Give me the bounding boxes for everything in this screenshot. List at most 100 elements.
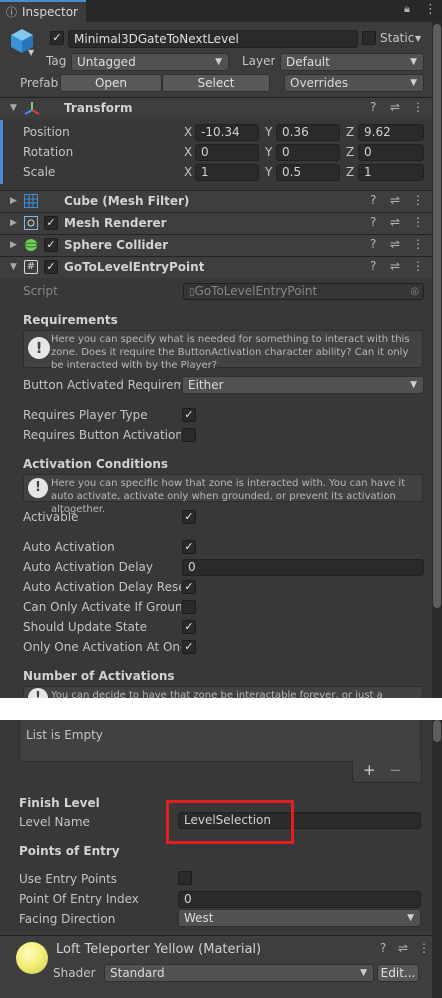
auto-activation-delay-reset-label: Auto Activation Delay Reset xyxy=(23,580,181,594)
position-z-field[interactable]: 9.62 xyxy=(358,124,424,141)
requirements-helpbox: ! Here you can specify what is needed fo… xyxy=(23,330,423,371)
button-activated-label: Button Activated Requireme xyxy=(23,378,181,392)
activation-conditions-header: Activation Conditions xyxy=(23,457,169,471)
shader-dropdown[interactable]: Standard ▼ xyxy=(104,964,374,982)
prefab-overrides-dropdown[interactable]: Overrides ▼ xyxy=(284,74,424,92)
script-enabled-checkbox[interactable]: ✓ xyxy=(44,260,58,274)
use-entry-points-checkbox[interactable] xyxy=(178,871,192,885)
info-icon: ⓘ xyxy=(6,6,17,19)
script-component-header[interactable]: ▼ # ✓ GoToLevelEntryPoint ? ⇌ ⋮ xyxy=(0,256,432,278)
shader-edit-button[interactable]: Edit... xyxy=(377,964,419,982)
tab-label: Inspector xyxy=(22,5,78,19)
static-checkbox[interactable] xyxy=(362,31,376,45)
scrollbar-thumb[interactable] xyxy=(433,24,441,608)
preset-sliders-icon[interactable]: ⇌ xyxy=(390,215,400,229)
chevron-down-icon: ▼ xyxy=(410,57,417,67)
static-dropdown-icon[interactable]: ▼ xyxy=(415,34,421,43)
axis-z-label: Z xyxy=(346,125,355,139)
script-reference-field: ▯GoToLevelEntryPoint ◎ xyxy=(183,283,424,300)
sphere-collider-enabled-checkbox[interactable]: ✓ xyxy=(44,238,58,252)
position-y-field[interactable]: 0.36 xyxy=(276,124,340,141)
preset-sliders-icon[interactable]: ⇌ xyxy=(390,193,400,207)
only-one-activation-checkbox[interactable]: ✓ xyxy=(182,640,196,654)
help-icon[interactable]: ? xyxy=(370,237,376,251)
reorderable-list: List is Empty xyxy=(19,720,421,762)
material-preview-swatch xyxy=(16,942,48,974)
tab-inspector[interactable]: ⓘ Inspector xyxy=(0,0,86,22)
sphere-collider-icon xyxy=(24,239,38,251)
add-element-button[interactable]: + xyxy=(363,761,376,779)
active-checkbox[interactable]: ✓ xyxy=(50,31,64,45)
rotation-label: Rotation xyxy=(23,145,74,159)
transform-header[interactable]: ▼ Transform ? ⇌ ⋮ xyxy=(0,97,432,119)
script-label: Script xyxy=(23,284,58,298)
transform-title: Transform xyxy=(64,101,133,115)
icon-dropdown-chevron-icon[interactable]: ▼ xyxy=(28,48,34,57)
kebab-menu-icon[interactable]: ⋮ xyxy=(412,193,424,207)
tag-label: Tag xyxy=(46,54,67,68)
facing-direction-dropdown[interactable]: West ▼ xyxy=(178,909,421,927)
requires-button-activation-checkbox[interactable] xyxy=(182,428,196,442)
shader-value: Standard xyxy=(110,966,165,980)
kebab-menu-icon[interactable]: ⋮ xyxy=(418,941,430,955)
list-empty-label: List is Empty xyxy=(26,728,103,742)
scrollbar-thumb[interactable] xyxy=(433,720,441,742)
axis-z-label: Z xyxy=(346,145,355,159)
gameobject-name-field[interactable]: Minimal3DGateToNextLevel xyxy=(68,30,358,48)
preset-sliders-icon[interactable]: ⇌ xyxy=(390,259,400,273)
points-of-entry-header: Points of Entry xyxy=(19,844,120,858)
auto-activation-delay-reset-checkbox[interactable]: ✓ xyxy=(182,580,196,594)
activable-checkbox[interactable]: ✓ xyxy=(182,510,196,524)
mesh-filter-header[interactable]: ▶ Cube (Mesh Filter) ? ⇌ ⋮ xyxy=(0,190,432,212)
scale-x-field[interactable]: 1 xyxy=(195,164,259,181)
layer-dropdown[interactable]: Default ▼ xyxy=(280,53,424,71)
kebab-menu-icon[interactable]: ⋮ xyxy=(412,259,424,273)
help-icon[interactable]: ? xyxy=(370,193,376,207)
auto-activation-checkbox[interactable]: ✓ xyxy=(182,540,196,554)
should-update-state-checkbox[interactable]: ✓ xyxy=(182,620,196,634)
rotation-y-field[interactable]: 0 xyxy=(276,144,340,161)
help-icon[interactable]: ? xyxy=(370,259,376,273)
requires-player-type-label: Requires Player Type xyxy=(23,408,148,422)
auto-activation-delay-field[interactable]: 0 xyxy=(182,559,424,576)
kebab-menu-icon[interactable]: ⋮ xyxy=(412,237,424,251)
help-icon[interactable]: ? xyxy=(370,100,376,114)
preset-sliders-icon[interactable]: ⇌ xyxy=(398,941,408,955)
kebab-menu-icon[interactable]: ⋮ xyxy=(412,215,424,229)
collapse-triangle-icon: ▶ xyxy=(10,218,17,228)
rotation-x-field[interactable]: 0 xyxy=(195,144,259,161)
button-activated-dropdown[interactable]: Either ▼ xyxy=(182,376,424,394)
vertical-scrollbar[interactable] xyxy=(432,720,442,998)
remove-element-button[interactable]: − xyxy=(389,761,402,779)
kebab-menu-icon[interactable]: ⋮ xyxy=(412,100,424,114)
help-icon[interactable]: ? xyxy=(380,941,386,955)
scale-y-field[interactable]: 0.5 xyxy=(276,164,340,181)
kebab-menu-icon[interactable]: ⋮ xyxy=(424,2,437,17)
object-picker-icon[interactable]: ◎ xyxy=(410,284,419,299)
position-x-field[interactable]: -10.34 xyxy=(195,124,259,141)
rotation-z-field[interactable]: 0 xyxy=(358,144,424,161)
help-icon[interactable]: ? xyxy=(370,215,376,229)
sphere-collider-header[interactable]: ▶ ✓ Sphere Collider ? ⇌ ⋮ xyxy=(0,234,432,256)
preset-sliders-icon[interactable]: ⇌ xyxy=(390,100,400,114)
csharp-script-icon: # xyxy=(24,260,38,274)
preset-sliders-icon[interactable]: ⇌ xyxy=(390,237,400,251)
lock-icon[interactable]: 🔒︎ xyxy=(404,2,410,16)
point-of-entry-index-field[interactable]: 0 xyxy=(178,891,421,908)
expand-triangle-icon: ▼ xyxy=(10,103,17,113)
requires-player-type-checkbox[interactable]: ✓ xyxy=(182,408,196,422)
can-only-activate-grounded-checkbox[interactable] xyxy=(182,600,196,614)
button-activated-value: Either xyxy=(188,378,224,392)
mesh-renderer-header[interactable]: ▶ ✓ Mesh Renderer ? ⇌ ⋮ xyxy=(0,212,432,234)
mesh-renderer-enabled-checkbox[interactable]: ✓ xyxy=(44,216,58,230)
axis-y-label: Y xyxy=(265,145,273,159)
scale-z-field[interactable]: 1 xyxy=(358,164,424,181)
chevron-down-icon: ▼ xyxy=(410,380,417,390)
mesh-renderer-title: Mesh Renderer xyxy=(64,216,167,230)
prefab-open-button[interactable]: Open xyxy=(60,74,162,92)
number-of-activations-helpbox: ! You can decide to have that zone be in… xyxy=(23,686,423,698)
use-entry-points-label: Use Entry Points xyxy=(19,872,118,886)
prefab-select-button[interactable]: Select xyxy=(162,74,270,92)
tag-dropdown[interactable]: Untagged ▼ xyxy=(71,53,229,71)
material-name: Loft Teleporter Yellow (Material) xyxy=(56,942,262,957)
